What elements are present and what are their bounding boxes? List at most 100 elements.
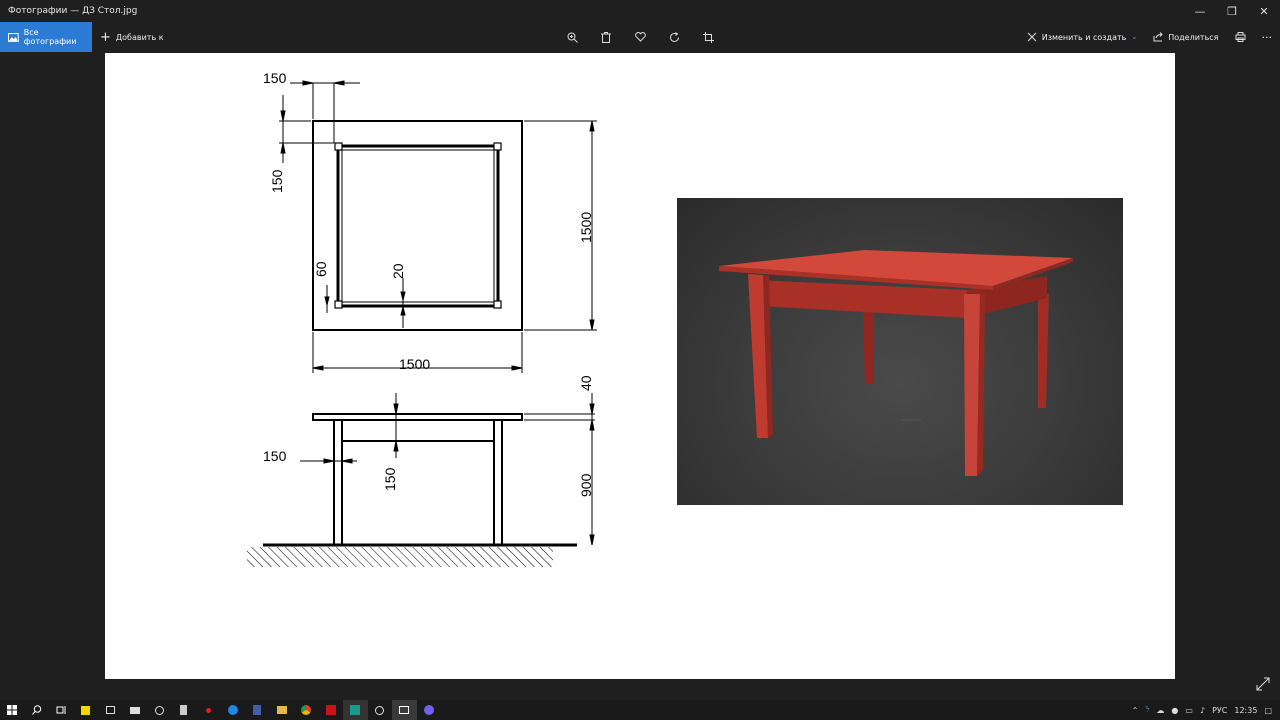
image-viewer: 150 150 60 20 1500 1500 40 150 150 900	[105, 53, 1175, 679]
taskbar-app-edge[interactable]	[221, 700, 246, 720]
mail-icon	[129, 706, 140, 714]
bluetooth-icon[interactable]: ᜢ	[1145, 705, 1149, 715]
rotate-icon	[669, 31, 679, 42]
add-to-button[interactable]: + Добавить к	[100, 22, 164, 52]
print-icon	[1235, 32, 1245, 42]
start-button[interactable]	[0, 700, 25, 720]
chevron-down-icon: ⌄	[1131, 33, 1138, 41]
calculator-icon	[180, 705, 188, 715]
share-icon	[1153, 32, 1163, 42]
store-icon	[105, 706, 115, 714]
folder-icon	[276, 706, 287, 714]
toolbar-center	[562, 22, 718, 52]
all-photos-label: Все фотографии	[23, 28, 77, 46]
taskbar-app-chrome[interactable]	[294, 700, 319, 720]
dim-900: 900	[578, 473, 594, 497]
crop-button[interactable]	[698, 27, 718, 47]
toolbar-right: Изменить и создать ⌄ Поделиться ···	[1027, 22, 1272, 52]
sticky-notes-icon	[81, 705, 91, 715]
language-indicator[interactable]: РУС	[1212, 706, 1227, 715]
favorite-button[interactable]	[630, 27, 650, 47]
edit-create-button[interactable]: Изменить и создать ⌄	[1027, 32, 1138, 42]
clock-time[interactable]: 12:35	[1234, 706, 1257, 715]
dim-1500-right: 1500	[578, 212, 594, 243]
table-3d-image	[719, 250, 1073, 476]
search-icon	[31, 705, 41, 715]
taskbar: ⌃ ᜢ ☁ ● ▭ ♪ РУС 12:35 □	[0, 700, 1280, 720]
notifications-icon[interactable]: □	[1264, 706, 1272, 715]
task-view-icon	[56, 706, 66, 714]
edit-icon	[1027, 32, 1037, 42]
title-bar: Фотографии — ДЗ Стол.jpg — ❐ ✕	[0, 0, 1280, 22]
network-icon[interactable]: ▭	[1185, 706, 1193, 715]
expand-icon	[1256, 677, 1270, 691]
taskbar-app-clock[interactable]	[368, 700, 393, 720]
close-button[interactable]: ✕	[1248, 0, 1280, 22]
favorite-icon	[634, 32, 646, 42]
delete-button[interactable]	[596, 27, 616, 47]
add-to-label: Добавить к	[115, 32, 164, 42]
toolbar: Все фотографии + Добавить к Изменить и с…	[0, 22, 1280, 52]
zoom-icon	[567, 32, 578, 43]
minimize-icon: —	[1194, 4, 1206, 18]
table-render	[677, 198, 1123, 505]
more-button[interactable]: ···	[1262, 31, 1273, 44]
taskbar-app-calculator[interactable]	[172, 700, 197, 720]
taskbar-app-opera[interactable]	[196, 700, 221, 720]
edit-create-label: Изменить и создать	[1041, 32, 1127, 42]
technical-drawing: 150 150 60 20 1500 1500 40 150 150 900	[247, 70, 597, 567]
dim-150-front-mid: 150	[382, 467, 398, 491]
taskbar-app-word[interactable]	[245, 700, 270, 720]
restore-icon: ❐	[1227, 4, 1237, 18]
share-label: Поделиться	[1168, 32, 1219, 42]
print-button[interactable]	[1235, 32, 1246, 42]
dim-150-front-left: 150	[263, 448, 287, 464]
zoom-button[interactable]	[562, 27, 582, 47]
dim-60: 60	[313, 261, 329, 277]
task-view-button[interactable]	[49, 700, 74, 720]
delete-icon	[601, 31, 611, 43]
dim-150-top: 150	[263, 70, 287, 86]
crop-icon	[702, 31, 714, 43]
taskbar-app-sync[interactable]	[147, 700, 172, 720]
taskbar-app-sticky[interactable]	[74, 700, 99, 720]
taskbar-app-store[interactable]	[98, 700, 123, 720]
opera-icon	[205, 707, 211, 713]
chevron-up-icon[interactable]: ⌃	[1132, 706, 1139, 715]
edge-icon	[227, 705, 238, 715]
taskbar-app-photos[interactable]	[392, 700, 417, 720]
cloud-icon[interactable]: ☁	[1156, 706, 1164, 715]
taskbar-app-3dsmax[interactable]	[343, 700, 368, 720]
search-button[interactable]	[25, 700, 50, 720]
dim-20: 20	[390, 263, 406, 279]
dim-150-left: 150	[269, 169, 285, 193]
more-icon: ···	[1261, 30, 1273, 44]
taskbar-app-explorer[interactable]	[270, 700, 295, 720]
window-title: Фотографии — ДЗ Стол.jpg	[8, 6, 138, 16]
taskbar-app-acrobat[interactable]	[319, 700, 344, 720]
front-view	[247, 393, 595, 567]
rotate-button[interactable]	[664, 27, 684, 47]
taskbar-app-mail[interactable]	[123, 700, 148, 720]
maximize-button[interactable]: ❐	[1216, 0, 1248, 22]
dim-40: 40	[578, 375, 594, 391]
chrome-icon	[301, 705, 312, 715]
share-button[interactable]: Поделиться	[1153, 32, 1219, 42]
photo-icon	[8, 32, 19, 42]
plus-icon: +	[100, 29, 111, 45]
plan-view	[279, 80, 597, 373]
taskbar-app-viber[interactable]	[417, 700, 442, 720]
volume-icon[interactable]: ♪	[1200, 706, 1205, 715]
viber-icon	[423, 705, 434, 715]
all-photos-button[interactable]: Все фотографии	[0, 22, 92, 52]
photos-icon	[399, 706, 410, 714]
document-icon	[253, 705, 262, 715]
microphone-icon[interactable]: ●	[1171, 706, 1178, 715]
windows-icon	[7, 705, 18, 715]
minimize-button[interactable]: —	[1184, 0, 1216, 22]
3dsmax-icon	[350, 705, 361, 715]
acrobat-icon	[325, 705, 336, 715]
close-icon: ✕	[1259, 4, 1269, 18]
fullscreen-button[interactable]	[1256, 676, 1270, 691]
dim-1500-bottom: 1500	[399, 356, 430, 372]
